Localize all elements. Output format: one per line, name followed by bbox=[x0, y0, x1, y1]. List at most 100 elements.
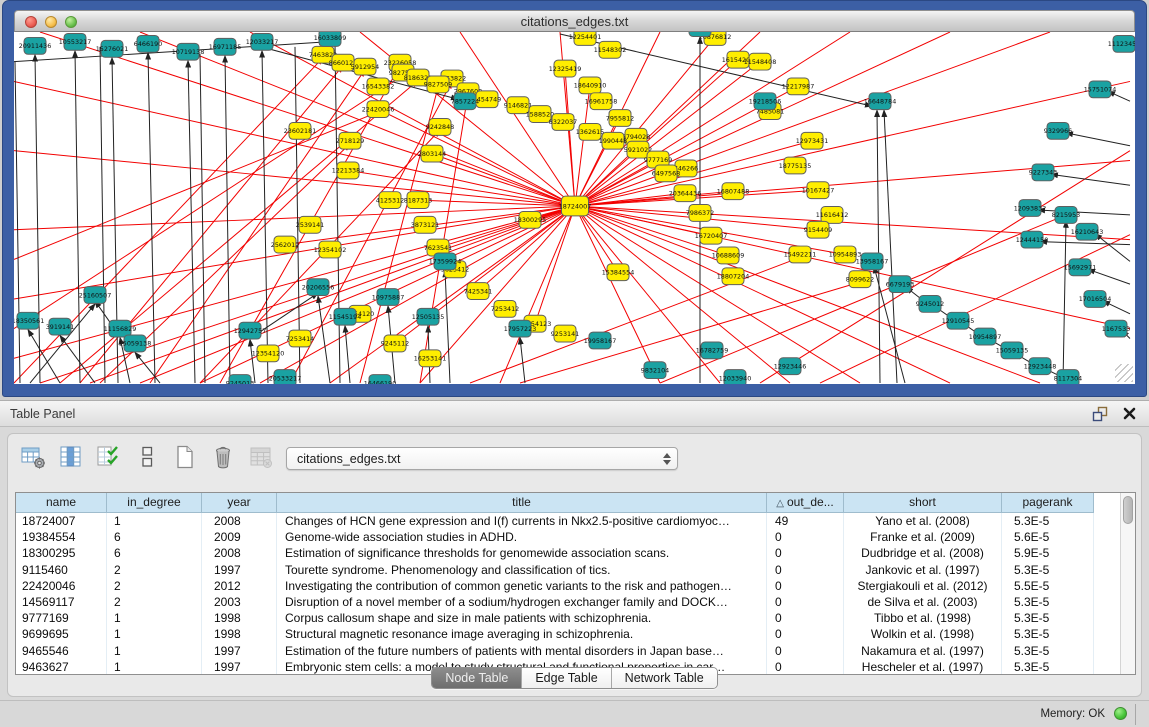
network-node[interactable]: 9245012 bbox=[916, 296, 944, 313]
network-node[interactable]: 9227343 bbox=[1029, 164, 1057, 181]
network-node[interactable]: 20364436 bbox=[669, 185, 702, 202]
import-table-disabled-button[interactable] bbox=[246, 445, 276, 473]
network-node[interactable]: 9329966 bbox=[1044, 122, 1072, 139]
column-header-short[interactable]: short bbox=[844, 493, 1002, 513]
network-node[interactable]: 15059135 bbox=[996, 342, 1029, 359]
scrollbar-thumb[interactable] bbox=[1123, 496, 1133, 524]
table-selector-combobox[interactable]: citations_edges.txt bbox=[286, 447, 678, 470]
network-node[interactable]: 10167427 bbox=[802, 182, 835, 199]
network-node[interactable]: 9253141 bbox=[551, 325, 579, 342]
network-node[interactable]: 20911436 bbox=[19, 37, 52, 54]
network-node[interactable]: 8215953 bbox=[1052, 207, 1080, 224]
network-node[interactable]: 15384554 bbox=[602, 264, 635, 281]
citation-edge-black[interactable] bbox=[15, 62, 20, 383]
network-node[interactable]: 12942757 bbox=[234, 322, 267, 339]
table-columns-button[interactable] bbox=[56, 445, 86, 473]
network-node[interactable]: 16961758 bbox=[585, 93, 618, 110]
citation-edge-black[interactable] bbox=[1063, 221, 1066, 383]
close-panel-icon[interactable] bbox=[1119, 405, 1139, 423]
network-node[interactable]: 6466190 bbox=[134, 35, 162, 52]
network-node[interactable]: 9242848 bbox=[426, 119, 454, 136]
network-node[interactable]: 3919141 bbox=[46, 318, 74, 335]
network-node[interactable]: 2718129 bbox=[336, 132, 364, 149]
select-rows-button[interactable] bbox=[94, 445, 124, 473]
citation-edge-black[interactable] bbox=[1095, 234, 1130, 262]
citation-edge-red[interactable] bbox=[575, 206, 790, 383]
network-node[interactable]: 7425341 bbox=[464, 283, 492, 300]
table-row[interactable]: 946554611997Estimation of the future num… bbox=[16, 643, 1135, 659]
network-node[interactable]: 16807488 bbox=[717, 183, 750, 200]
network-node[interactable]: 18640910 bbox=[574, 77, 607, 94]
network-node[interactable]: 16648784 bbox=[864, 93, 897, 110]
citation-edge-black[interactable] bbox=[35, 55, 40, 383]
network-node[interactable]: 9832104 bbox=[641, 362, 669, 379]
network-node[interactable]: 9245112 bbox=[381, 335, 409, 352]
network-node[interactable]: 8813054 bbox=[686, 32, 714, 36]
split-panel-button[interactable] bbox=[132, 445, 162, 473]
citation-edge-black[interactable] bbox=[1040, 242, 1130, 245]
citation-edge-red[interactable] bbox=[14, 76, 403, 329]
citation-edge-red[interactable] bbox=[90, 206, 575, 383]
citation-edge-red[interactable] bbox=[14, 112, 378, 259]
citation-edge-black[interactable] bbox=[335, 44, 340, 383]
network-canvas[interactable]: 1872400774638228660128591295423226058982… bbox=[14, 32, 1135, 384]
new-table-button[interactable] bbox=[170, 445, 200, 473]
network-node[interactable]: 12505135 bbox=[412, 308, 445, 325]
memory-ok-indicator-icon[interactable] bbox=[1114, 707, 1127, 720]
network-node[interactable]: 10719138 bbox=[172, 43, 205, 60]
network-node[interactable]: 12325419 bbox=[549, 60, 582, 77]
network-node[interactable]: 3873121 bbox=[411, 216, 439, 233]
citation-edge-black[interactable] bbox=[318, 296, 330, 383]
network-node[interactable]: 19958167 bbox=[584, 332, 617, 349]
citation-edge-red[interactable] bbox=[575, 81, 1130, 206]
network-node[interactable]: 2539141 bbox=[296, 216, 324, 233]
network-node[interactable]: 9154409 bbox=[804, 221, 832, 238]
network-node[interactable]: 20206556 bbox=[302, 279, 335, 296]
network-node[interactable]: 11123450 bbox=[1108, 35, 1135, 52]
resize-grip-icon[interactable] bbox=[1115, 364, 1133, 382]
column-header-title[interactable]: title bbox=[277, 493, 767, 513]
citation-edge-red[interactable] bbox=[438, 206, 575, 248]
column-header-out_de[interactable]: △out_de... bbox=[767, 493, 844, 513]
column-header-in_degree[interactable]: in_degree bbox=[107, 493, 202, 513]
network-node[interactable]: 18724007 bbox=[559, 196, 592, 216]
network-node[interactable]: 8117304 bbox=[1054, 370, 1082, 384]
table-row[interactable]: 1456911722003Disruption of a novel membe… bbox=[16, 594, 1135, 610]
network-node[interactable]: 9827509 bbox=[424, 76, 452, 93]
citation-edge-black[interactable] bbox=[877, 110, 880, 383]
network-node[interactable]: 10688609 bbox=[712, 247, 745, 264]
network-node[interactable]: 25160507 bbox=[79, 287, 112, 304]
citation-edge-black[interactable] bbox=[28, 330, 60, 383]
network-node[interactable]: 2803144 bbox=[418, 145, 446, 162]
network-node[interactable]: 12033217 bbox=[246, 33, 279, 50]
citation-edge-black[interactable] bbox=[445, 270, 450, 383]
close-window-button[interactable] bbox=[25, 16, 37, 28]
network-node[interactable]: 7955812 bbox=[606, 110, 634, 127]
column-header-year[interactable]: year bbox=[202, 493, 277, 513]
network-node[interactable]: 15751074 bbox=[1084, 81, 1117, 98]
delete-rows-button[interactable] bbox=[208, 445, 238, 473]
citation-edge-black[interactable] bbox=[75, 51, 80, 383]
table-row[interactable]: 969969511998Structural magnetic resonanc… bbox=[16, 626, 1135, 642]
table-settings-button[interactable] bbox=[18, 445, 48, 473]
network-node[interactable]: 12354102 bbox=[314, 241, 347, 258]
table-row[interactable]: 911546021997Tourette syndrome. Phenomeno… bbox=[16, 562, 1135, 578]
network-node[interactable]: 12354120 bbox=[252, 345, 285, 362]
zoom-window-button[interactable] bbox=[65, 16, 77, 28]
citation-edge-red[interactable] bbox=[575, 32, 1050, 206]
network-node[interactable]: 16033809 bbox=[314, 32, 347, 46]
table-row[interactable]: 977716911998Corpus callosum shape and si… bbox=[16, 610, 1135, 626]
citation-edge-red[interactable] bbox=[575, 206, 950, 383]
citation-edge-black[interactable] bbox=[1066, 133, 1130, 146]
tab-edge-table[interactable]: Edge Table bbox=[522, 668, 611, 688]
network-node[interactable]: 15692971 bbox=[1064, 259, 1097, 276]
column-header-pagerank[interactable]: pagerank bbox=[1002, 493, 1094, 513]
citation-edge-black[interactable] bbox=[135, 352, 160, 383]
vertical-scrollbar[interactable] bbox=[1120, 493, 1135, 674]
network-node[interactable]: 8099622 bbox=[846, 271, 874, 288]
network-node[interactable]: 12254401 bbox=[569, 32, 602, 45]
network-node[interactable]: 2562012 bbox=[271, 236, 299, 253]
citation-edge-black[interactable] bbox=[60, 336, 95, 383]
network-node[interactable]: 8187313 bbox=[404, 192, 432, 209]
network-node[interactable]: 16971185 bbox=[209, 38, 242, 55]
